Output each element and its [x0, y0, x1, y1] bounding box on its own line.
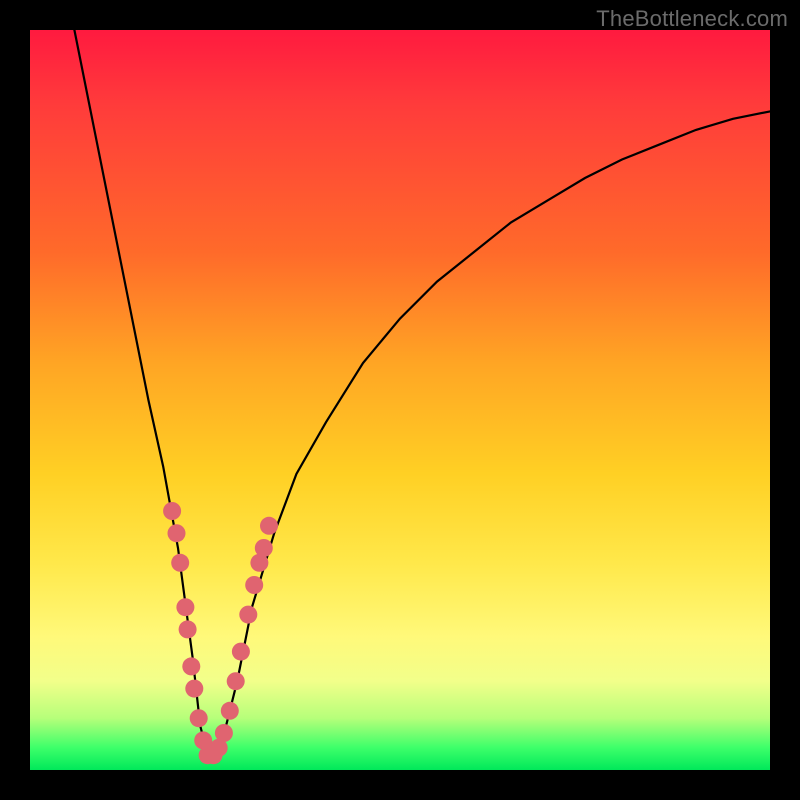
marker-dot — [239, 606, 257, 624]
bottleneck-curve — [74, 30, 770, 755]
marker-dot — [163, 502, 181, 520]
marker-dot — [179, 620, 197, 638]
marker-dot — [227, 672, 245, 690]
chart-frame: TheBottleneck.com — [0, 0, 800, 800]
marker-dot — [176, 598, 194, 616]
marker-dot — [245, 576, 263, 594]
marker-dot — [260, 517, 278, 535]
plot-area — [30, 30, 770, 770]
watermark-text: TheBottleneck.com — [596, 6, 788, 32]
chart-svg — [30, 30, 770, 770]
marker-dot — [215, 724, 233, 742]
marker-dot — [232, 643, 250, 661]
marker-dot — [190, 709, 208, 727]
marker-dot — [185, 680, 203, 698]
marker-dot — [221, 702, 239, 720]
marker-dot — [168, 524, 186, 542]
marker-dot — [182, 657, 200, 675]
marker-dot — [171, 554, 189, 572]
marker-dot — [255, 539, 273, 557]
marker-cluster — [163, 502, 278, 764]
